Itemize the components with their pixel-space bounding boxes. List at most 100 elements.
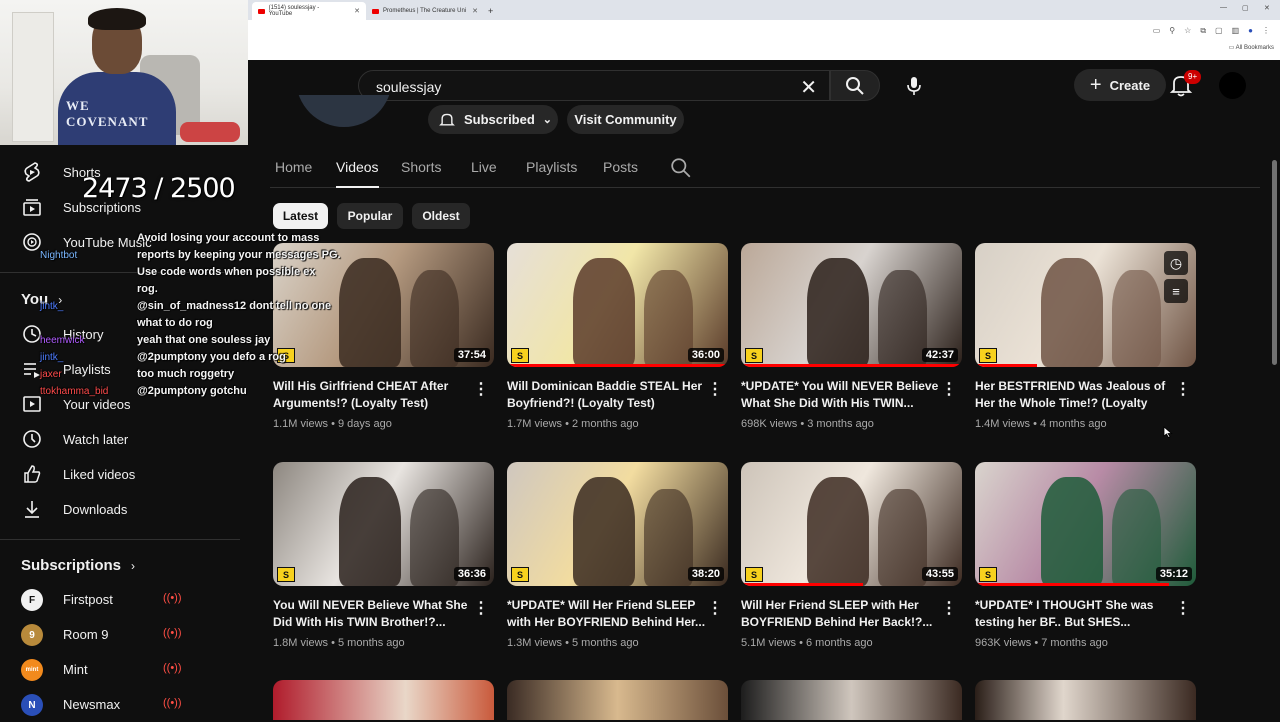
video-title[interactable]: Will Dominican Baddie STEAL Her Boyfrien… bbox=[507, 378, 707, 412]
sidebar-item-label: Downloads bbox=[63, 501, 128, 517]
cast-icon[interactable]: ▭ bbox=[1153, 26, 1161, 36]
video-thumbnail[interactable] bbox=[975, 680, 1196, 720]
chip-oldest[interactable]: Oldest bbox=[412, 203, 470, 229]
video-duration: 36:36 bbox=[453, 567, 490, 581]
video-card[interactable]: S 36:00 Will Dominican Baddie STEAL Her … bbox=[507, 243, 729, 453]
more-options-icon[interactable]: ⋮ bbox=[941, 598, 957, 618]
tab-search-icon[interactable]: ▢ bbox=[1215, 26, 1223, 36]
video-title[interactable]: You Will NEVER Believe What She Did With… bbox=[273, 597, 473, 631]
subscription-name: Newsmax bbox=[63, 697, 121, 712]
tab-playlists[interactable]: Playlists bbox=[526, 159, 577, 175]
video-title[interactable]: *UPDATE* Will Her Friend SLEEP with Her … bbox=[507, 597, 707, 631]
tab-posts[interactable]: Posts bbox=[603, 159, 638, 175]
chip-popular[interactable]: Popular bbox=[337, 203, 403, 229]
video-meta: 963K views • 7 months ago bbox=[975, 637, 1108, 649]
visit-community-button[interactable]: Visit Community bbox=[567, 105, 684, 134]
video-thumbnail[interactable] bbox=[507, 680, 728, 720]
address-bar[interactable] bbox=[248, 20, 1280, 42]
sidepanel-icon[interactable]: ▥ bbox=[1232, 26, 1240, 36]
subscribed-button[interactable]: Subscribed ⌄ bbox=[428, 105, 558, 134]
watch-progress-bar bbox=[975, 583, 1170, 586]
video-thumbnail[interactable]: S 35:12 bbox=[975, 462, 1196, 586]
video-thumbnail[interactable] bbox=[273, 680, 494, 720]
clear-search-icon[interactable]: ✕ bbox=[800, 75, 817, 100]
close-tab-icon[interactable]: ✕ bbox=[472, 7, 478, 15]
video-card[interactable]: S 42:37 *UPDATE* You Will NEVER Believe … bbox=[741, 243, 963, 453]
browser-tab-youtube[interactable]: (1514) soulessjay - YouTube ✕ bbox=[252, 2, 366, 20]
subscriptions-icon bbox=[21, 196, 43, 218]
tab-videos[interactable]: Videos bbox=[336, 159, 379, 188]
thumbnail-person bbox=[878, 270, 927, 367]
watch-later-icon bbox=[21, 428, 43, 450]
tab-live[interactable]: Live bbox=[471, 159, 497, 175]
maximize-icon[interactable]: ▢ bbox=[1242, 4, 1249, 12]
subscriptions-section-heading[interactable]: Subscriptions › bbox=[21, 557, 135, 574]
channel-avatar: F bbox=[21, 589, 43, 611]
sidebar-subscription[interactable]: N Newsmax ((•)) bbox=[0, 688, 240, 722]
chat-message: Nightbot reports by keeping your messages… bbox=[40, 247, 341, 264]
voice-search-button[interactable] bbox=[898, 70, 930, 101]
tab-home[interactable]: Home bbox=[275, 159, 312, 175]
youtube-favicon-icon bbox=[372, 8, 379, 14]
video-title[interactable]: *UPDATE* I THOUGHT She was testing her B… bbox=[975, 597, 1175, 631]
browser-tab-prometheus[interactable]: Prometheus | The Creature Uni ✕ bbox=[366, 2, 486, 20]
video-title[interactable]: Will His Girlfriend CHEAT After Argument… bbox=[273, 378, 473, 412]
video-title[interactable]: Her BESTFRIEND Was Jealous of Her the Wh… bbox=[975, 378, 1175, 412]
video-title[interactable]: *UPDATE* You Will NEVER Believe What She… bbox=[741, 378, 941, 412]
video-thumbnail[interactable]: S 42:37 bbox=[741, 243, 962, 367]
sidebar-subscription[interactable]: F Firstpost ((•)) bbox=[0, 583, 240, 617]
video-card[interactable]: S 36:36 You Will NEVER Believe What She … bbox=[273, 462, 495, 672]
new-tab-button[interactable]: + bbox=[482, 2, 499, 20]
all-bookmarks[interactable]: ▭ All Bookmarks bbox=[1229, 44, 1274, 51]
video-thumbnail[interactable]: S 43:55 bbox=[741, 462, 962, 586]
video-card[interactable]: S 43:55 Will Her Friend SLEEP with Her B… bbox=[741, 462, 963, 672]
more-options-icon[interactable]: ⋮ bbox=[473, 598, 489, 618]
video-thumbnail[interactable]: S ◷ ≡ bbox=[975, 243, 1196, 367]
minimize-icon[interactable]: — bbox=[1220, 4, 1227, 11]
profile-icon[interactable]: ● bbox=[1248, 26, 1253, 36]
tab-shorts[interactable]: Shorts bbox=[401, 159, 441, 175]
video-card[interactable]: S ◷ ≡ Her BESTFRIEND Was Jealous of Her t… bbox=[975, 243, 1197, 453]
chat-username: jaxer bbox=[40, 369, 62, 380]
create-button[interactable]: + Create bbox=[1074, 69, 1166, 101]
video-thumbnail[interactable]: S 38:20 bbox=[507, 462, 728, 586]
video-thumbnail[interactable] bbox=[741, 680, 962, 720]
scrollbar[interactable] bbox=[1272, 160, 1277, 365]
video-duration: 35:12 bbox=[1155, 567, 1192, 581]
more-options-icon[interactable]: ⋮ bbox=[707, 598, 723, 618]
sidebar-subscription[interactable]: 9 Room 9 ((•)) bbox=[0, 618, 240, 652]
extensions-icon[interactable]: ⧉ bbox=[1200, 26, 1206, 36]
shirt-text: WE COVENANT bbox=[66, 98, 149, 129]
thumbnail-person bbox=[339, 476, 402, 586]
add-to-queue-icon[interactable]: ≡ bbox=[1164, 279, 1188, 303]
stream-chat: Avoid losing your account to mass Nightbo… bbox=[40, 230, 341, 400]
chip-latest[interactable]: Latest bbox=[273, 203, 328, 229]
video-card[interactable]: S 35:12 *UPDATE* I THOUGHT She was testi… bbox=[975, 462, 1197, 672]
channel-search-icon[interactable] bbox=[670, 157, 692, 179]
bookmark-star-icon[interactable]: ☆ bbox=[1184, 26, 1191, 36]
more-options-icon[interactable]: ⋮ bbox=[707, 379, 723, 399]
watch-progress-bar bbox=[741, 364, 962, 367]
sidebar-subscription[interactable]: mint Mint ((•)) bbox=[0, 653, 240, 687]
video-title[interactable]: Will Her Friend SLEEP with Her BOYFRIEND… bbox=[741, 597, 941, 631]
account-avatar[interactable] bbox=[1219, 72, 1246, 99]
sidebar-item-downloads[interactable]: Downloads bbox=[0, 492, 240, 526]
search-button[interactable] bbox=[830, 70, 880, 101]
more-options-icon[interactable]: ⋮ bbox=[941, 379, 957, 399]
thumbnail-person bbox=[1112, 489, 1161, 586]
sidebar-item-watch-later[interactable]: Watch later bbox=[0, 422, 240, 456]
more-options-icon[interactable]: ⋮ bbox=[1175, 598, 1191, 618]
video-thumbnail[interactable]: S 36:00 bbox=[507, 243, 728, 367]
more-options-icon[interactable]: ⋮ bbox=[473, 379, 489, 399]
chat-text: Use code words when possible ex bbox=[137, 266, 316, 278]
more-options-icon[interactable]: ⋮ bbox=[1175, 379, 1191, 399]
sidebar-item-liked-videos[interactable]: Liked videos bbox=[0, 457, 240, 491]
zoom-icon[interactable]: ⚲ bbox=[1169, 26, 1175, 36]
close-tab-icon[interactable]: ✕ bbox=[354, 7, 360, 15]
video-thumbnail[interactable]: S 36:36 bbox=[273, 462, 494, 586]
close-window-icon[interactable]: ✕ bbox=[1264, 4, 1270, 12]
search-input[interactable]: soulessjay ✕ bbox=[358, 70, 830, 101]
video-card[interactable]: S 38:20 *UPDATE* Will Her Friend SLEEP w… bbox=[507, 462, 729, 672]
menu-icon[interactable]: ⋮ bbox=[1262, 26, 1270, 36]
watch-later-icon[interactable]: ◷ bbox=[1164, 251, 1188, 275]
